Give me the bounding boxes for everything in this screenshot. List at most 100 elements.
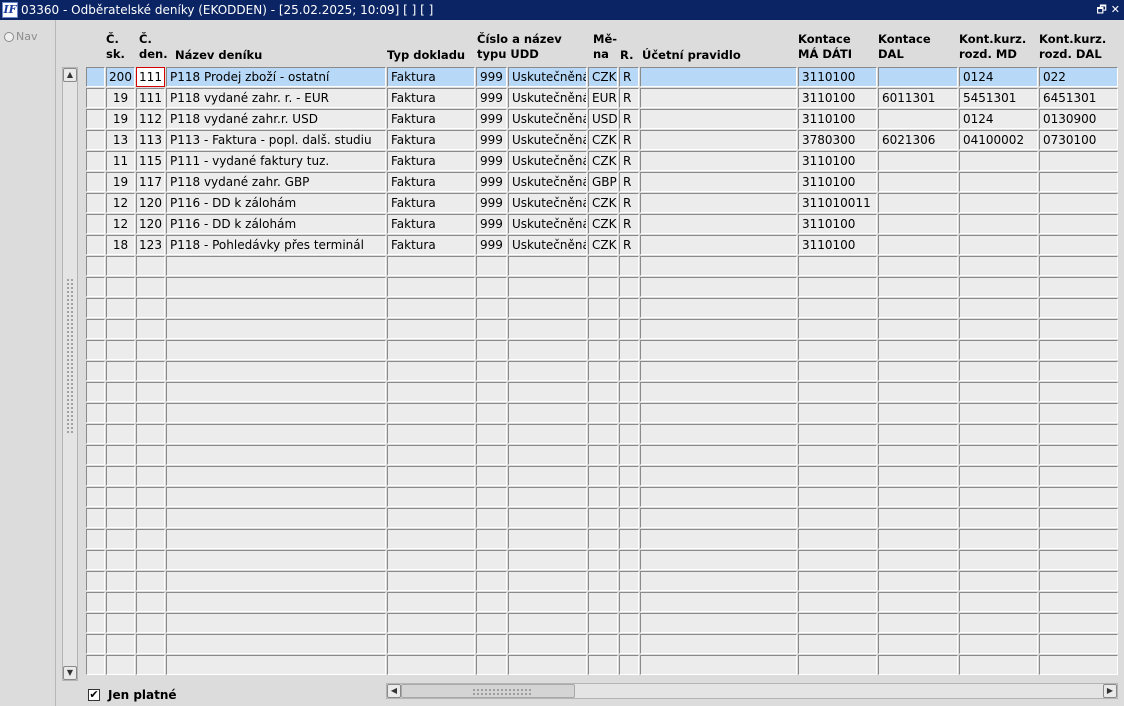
cell-kurz-md[interactable] — [959, 151, 1038, 171]
cell-pravidlo[interactable] — [640, 277, 797, 297]
empty-table-row[interactable] — [86, 571, 1119, 592]
cell-den[interactable] — [136, 403, 165, 423]
cell-mena[interactable]: CZK — [588, 235, 618, 255]
cell-sk[interactable]: 18 — [106, 235, 135, 255]
cell-udd-nazev[interactable] — [508, 382, 587, 402]
row-selector[interactable] — [86, 529, 105, 549]
cell-dal[interactable] — [878, 319, 958, 339]
empty-table-row[interactable] — [86, 529, 1119, 550]
cell-dal[interactable] — [878, 466, 958, 486]
cell-udd-nazev[interactable] — [508, 298, 587, 318]
cell-pravidlo[interactable] — [640, 172, 797, 192]
cell-nazev[interactable]: P118 vydané zahr. GBP — [166, 172, 386, 192]
cell-r[interactable] — [619, 550, 639, 570]
cell-typ[interactable] — [387, 403, 475, 423]
cell-udd-cislo[interactable]: 999 — [476, 151, 507, 171]
cell-kurz-dal[interactable] — [1039, 214, 1118, 234]
cell-udd-nazev[interactable] — [508, 277, 587, 297]
cell-dal[interactable] — [878, 151, 958, 171]
cell-udd-cislo[interactable]: 999 — [476, 67, 507, 87]
cell-r[interactable]: R — [619, 88, 639, 108]
cell-den[interactable]: 120 — [136, 214, 165, 234]
cell-den[interactable]: 111 — [136, 67, 165, 87]
cell-kurz-dal[interactable] — [1039, 466, 1118, 486]
cell-kurz-dal[interactable] — [1039, 445, 1118, 465]
cell-den[interactable] — [136, 298, 165, 318]
column-header-udd[interactable]: Číslo a název typu UDD — [477, 32, 562, 62]
cell-kurz-dal[interactable] — [1039, 613, 1118, 633]
empty-table-row[interactable] — [86, 466, 1119, 487]
cell-kurz-md[interactable] — [959, 655, 1038, 675]
cell-udd-nazev[interactable] — [508, 634, 587, 654]
cell-ma-dati[interactable] — [798, 508, 877, 528]
cell-r[interactable]: R — [619, 172, 639, 192]
cell-dal[interactable] — [878, 109, 958, 129]
cell-den[interactable] — [136, 445, 165, 465]
cell-sk[interactable]: 12 — [106, 214, 135, 234]
cell-kurz-dal[interactable] — [1039, 235, 1118, 255]
cell-udd-cislo[interactable] — [476, 550, 507, 570]
cell-nazev[interactable]: P118 Prodej zboží - ostatní — [166, 67, 386, 87]
cell-r[interactable] — [619, 256, 639, 276]
cell-mena[interactable] — [588, 466, 618, 486]
cell-udd-cislo[interactable] — [476, 487, 507, 507]
cell-udd-nazev[interactable]: Uskutečněná — [508, 109, 587, 129]
cell-typ[interactable]: Faktura — [387, 193, 475, 213]
empty-table-row[interactable] — [86, 508, 1119, 529]
cell-ma-dati[interactable] — [798, 466, 877, 486]
table-row[interactable]: 200 111 P118 Prodej zboží - ostatní Faktura… — [86, 67, 1119, 88]
cell-mena[interactable] — [588, 634, 618, 654]
cell-typ[interactable]: Faktura — [387, 130, 475, 150]
cell-kurz-dal[interactable]: 022 — [1039, 67, 1118, 87]
cell-udd-nazev[interactable] — [508, 529, 587, 549]
cell-den[interactable] — [136, 592, 165, 612]
cell-kurz-md[interactable] — [959, 487, 1038, 507]
cell-mena[interactable]: CZK — [588, 130, 618, 150]
cell-pravidlo[interactable] — [640, 424, 797, 444]
row-selector[interactable] — [86, 487, 105, 507]
cell-r[interactable]: R — [619, 235, 639, 255]
cell-kurz-md[interactable] — [959, 214, 1038, 234]
table-row[interactable]: 19 117 P118 vydané zahr. GBP Faktura 999 Usku… — [86, 172, 1119, 193]
cell-mena[interactable] — [588, 277, 618, 297]
cell-dal[interactable] — [878, 382, 958, 402]
cell-dal[interactable] — [878, 424, 958, 444]
cell-mena[interactable] — [588, 403, 618, 423]
cell-nazev[interactable] — [166, 466, 386, 486]
cell-kurz-md[interactable] — [959, 193, 1038, 213]
cell-pravidlo[interactable] — [640, 403, 797, 423]
cell-r[interactable]: R — [619, 109, 639, 129]
cell-r[interactable]: R — [619, 67, 639, 87]
column-header-nazev[interactable]: Název deníku — [175, 48, 262, 63]
cell-kurz-md[interactable] — [959, 319, 1038, 339]
cell-ma-dati[interactable]: 3110100 — [798, 67, 877, 87]
cell-ma-dati[interactable] — [798, 592, 877, 612]
scroll-left-icon[interactable]: ◀ — [387, 684, 401, 698]
cell-sk[interactable] — [106, 256, 135, 276]
cell-typ[interactable] — [387, 529, 475, 549]
cell-ma-dati[interactable] — [798, 571, 877, 591]
cell-sk[interactable] — [106, 550, 135, 570]
cell-pravidlo[interactable] — [640, 151, 797, 171]
cell-typ[interactable] — [387, 550, 475, 570]
cell-kurz-dal[interactable] — [1039, 529, 1118, 549]
cell-kurz-md[interactable] — [959, 277, 1038, 297]
cell-udd-cislo[interactable]: 999 — [476, 88, 507, 108]
cell-nazev[interactable]: P118 vydané zahr. r. - EUR — [166, 88, 386, 108]
cell-kurz-dal[interactable] — [1039, 193, 1118, 213]
only-valid-checkbox[interactable]: ✔ — [88, 689, 100, 701]
row-selector[interactable] — [86, 235, 105, 255]
cell-den[interactable] — [136, 382, 165, 402]
cell-sk[interactable] — [106, 424, 135, 444]
cell-sk[interactable] — [106, 508, 135, 528]
cell-ma-dati[interactable] — [798, 529, 877, 549]
row-selector[interactable] — [86, 130, 105, 150]
cell-nazev[interactable] — [166, 445, 386, 465]
cell-sk[interactable] — [106, 655, 135, 675]
cell-nazev[interactable] — [166, 256, 386, 276]
column-header-kurz-md[interactable]: Kont.kurz. rozd. MD — [959, 32, 1026, 62]
cell-r[interactable] — [619, 382, 639, 402]
row-selector[interactable] — [86, 592, 105, 612]
cell-typ[interactable] — [387, 424, 475, 444]
cell-udd-cislo[interactable] — [476, 256, 507, 276]
